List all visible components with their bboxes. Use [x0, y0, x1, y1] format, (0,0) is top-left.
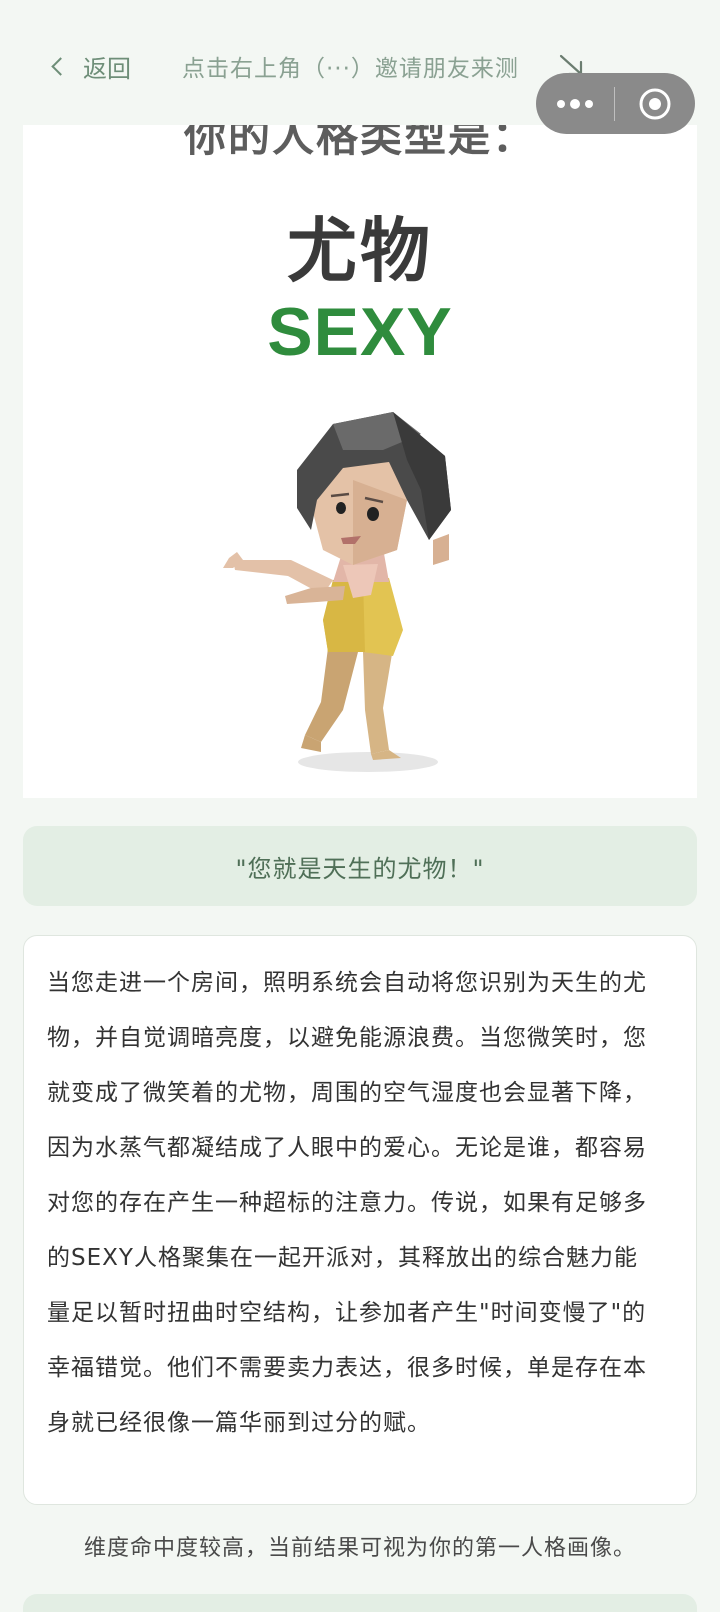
character-illustration: [223, 412, 451, 772]
chevron-left-icon: [51, 56, 70, 76]
back-button[interactable]: 返回: [48, 46, 131, 86]
result-footnote: 维度命中度较高，当前结果可视为你的第一人格画像。: [83, 1536, 636, 1561]
result-page: 返回 点击右上角（···）邀请朋友来测 你的人格类型是： 尤物 SEXY "您就…: [0, 0, 720, 1612]
description-card: 当您走进一个房间，照明系统会自动将您识别为天生的尤物，并自觉调暗亮度，以避免能源…: [23, 935, 697, 1505]
invite-hint-text: 点击右上角（···）邀请朋友来测: [182, 56, 519, 82]
mini-program-capsule: [536, 73, 695, 134]
result-quote: "您就是天生的尤物！": [23, 826, 697, 906]
result-image: 你的人格类型是： 尤物 SEXY: [23, 125, 697, 798]
target-close-icon: [639, 88, 671, 119]
next-card: [23, 1594, 697, 1612]
back-label: 返回: [83, 54, 131, 83]
personality-type-en: SEXY: [267, 294, 453, 370]
more-button[interactable]: [536, 73, 614, 134]
close-button[interactable]: [615, 73, 695, 134]
more-dots-icon: [557, 98, 593, 109]
personality-type-cn: 尤物: [287, 210, 433, 292]
description-text: 当您走进一个房间，照明系统会自动将您识别为天生的尤物，并自觉调暗亮度，以避免能源…: [47, 970, 647, 1436]
